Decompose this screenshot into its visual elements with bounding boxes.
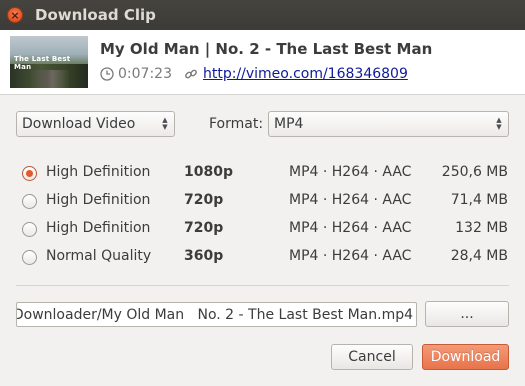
- quality-resolution: 1080p: [184, 164, 233, 180]
- window-title: Download Clip: [35, 6, 156, 24]
- quality-name: High Definition: [46, 192, 151, 208]
- header-divider: [0, 94, 525, 95]
- combo-arrows-icon: ▲ ▼: [162, 116, 168, 131]
- options-divider: [16, 285, 509, 286]
- quality-option[interactable]: High Definition 720p MP4 · H264 · AAC 71…: [22, 190, 510, 212]
- quality-name: Normal Quality: [46, 248, 152, 264]
- download-type-select[interactable]: Download Video ▲ ▼: [16, 111, 175, 137]
- quality-radio[interactable]: [22, 222, 37, 237]
- clip-thumbnail: The Last Best Man: [10, 36, 88, 88]
- clip-header: The Last Best Man My Old Man | No. 2 - T…: [0, 30, 525, 94]
- format-value: MP4: [274, 116, 304, 132]
- download-button[interactable]: Download: [422, 344, 509, 370]
- format-select[interactable]: MP4 ▲ ▼: [268, 111, 509, 137]
- quality-option[interactable]: High Definition 1080p MP4 · H264 · AAC 2…: [22, 162, 510, 184]
- quality-codec: MP4 · H264 · AAC: [289, 248, 412, 264]
- cancel-button-label: Cancel: [348, 349, 396, 365]
- clip-url-link[interactable]: http://vimeo.com/168346809: [203, 66, 408, 82]
- close-icon: ×: [10, 8, 20, 22]
- quality-codec: MP4 · H264 · AAC: [289, 164, 412, 180]
- quality-size: 71,4 MB: [450, 192, 508, 208]
- browse-button[interactable]: ...: [425, 301, 509, 327]
- quality-name: High Definition: [46, 220, 151, 236]
- thumbnail-caption: The Last Best Man: [14, 55, 71, 71]
- clip-title: My Old Man | No. 2 - The Last Best Man: [100, 40, 433, 58]
- download-clip-dialog: × Download Clip The Last Best Man My Old…: [0, 0, 525, 386]
- clock-icon: [100, 67, 114, 81]
- download-type-value: Download Video: [22, 116, 136, 132]
- download-button-label: Download: [430, 349, 501, 365]
- close-button[interactable]: ×: [7, 7, 23, 23]
- quality-codec: MP4 · H264 · AAC: [289, 220, 412, 236]
- quality-codec: MP4 · H264 · AAC: [289, 192, 412, 208]
- quality-radio[interactable]: [22, 166, 37, 181]
- clip-meta: 0:07:23 http://vimeo.com/168346809: [100, 65, 408, 83]
- quality-resolution: 360p: [184, 248, 224, 264]
- quality-size: 132 MB: [455, 220, 508, 236]
- clip-duration: 0:07:23: [118, 66, 172, 82]
- quality-size: 28,4 MB: [450, 248, 508, 264]
- quality-radio[interactable]: [22, 250, 37, 265]
- combo-arrows-icon: ▲ ▼: [496, 116, 502, 131]
- quality-radio[interactable]: [22, 194, 37, 209]
- title-bar: × Download Clip: [0, 0, 525, 30]
- link-icon: [185, 69, 197, 79]
- quality-resolution: 720p: [184, 220, 224, 236]
- output-path-field[interactable]: o Downloader/My Old Man No. 2 - The Last…: [16, 302, 417, 327]
- quality-option[interactable]: High Definition 720p MP4 · H264 · AAC 13…: [22, 218, 510, 240]
- browse-button-label: ...: [460, 306, 474, 322]
- format-label: Format:: [209, 116, 264, 132]
- quality-resolution: 720p: [184, 192, 224, 208]
- cancel-button[interactable]: Cancel: [331, 344, 413, 370]
- quality-size: 250,6 MB: [441, 164, 508, 180]
- quality-name: High Definition: [46, 164, 151, 180]
- output-path-value: o Downloader/My Old Man No. 2 - The Last…: [16, 306, 413, 323]
- quality-option[interactable]: Normal Quality 360p MP4 · H264 · AAC 28,…: [22, 246, 510, 268]
